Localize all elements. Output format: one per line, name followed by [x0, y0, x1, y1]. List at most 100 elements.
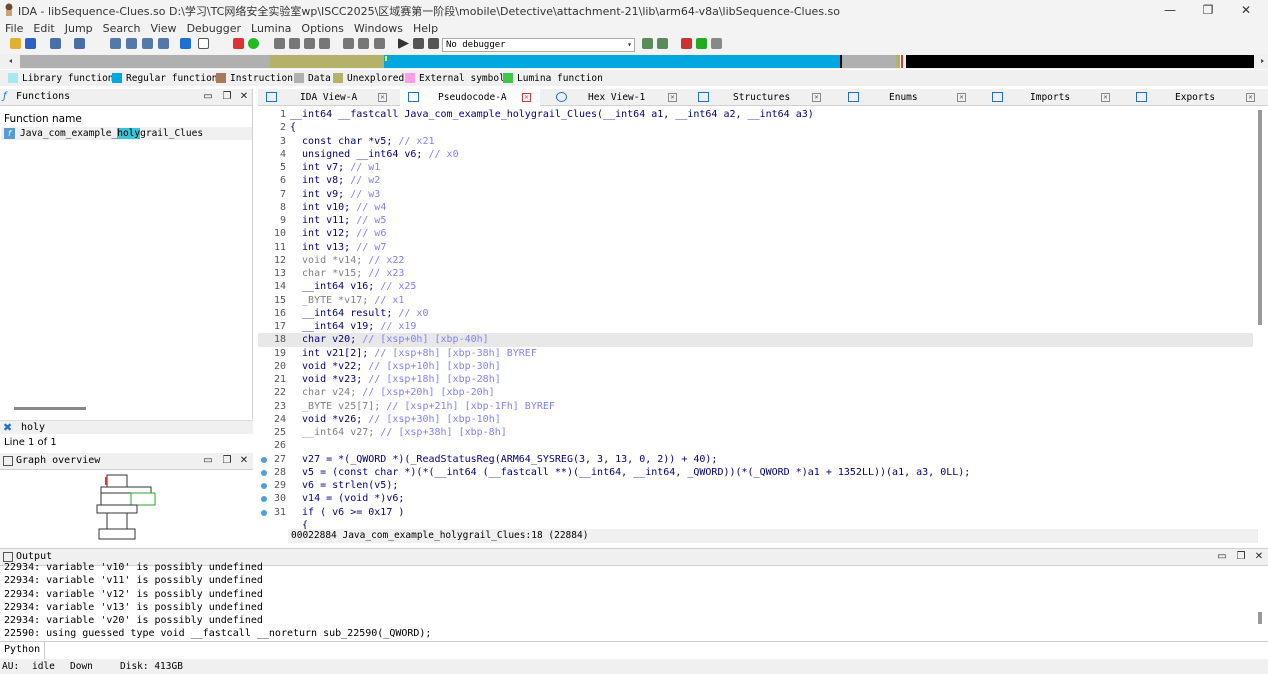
- tab-hex-view-1[interactable]: Hex View-1 ✕: [548, 89, 688, 106]
- settings-icon[interactable]: [711, 38, 722, 49]
- code-line[interactable]: 1 __int64 __fastcall Java_com_example_hol…: [258, 108, 1253, 121]
- panel-close-button[interactable]: ✕: [238, 90, 250, 104]
- code-line[interactable]: {: [258, 519, 1253, 529]
- tab-close-icon[interactable]: ✕: [957, 93, 966, 102]
- pseudocode-vscrollbar[interactable]: [1258, 110, 1262, 325]
- code-line[interactable]: 9 int v11; // w5: [258, 214, 1253, 227]
- tab-exports[interactable]: Exports ✕: [1128, 89, 1258, 106]
- output-vscrollbar[interactable]: [1258, 612, 1262, 624]
- menu-options[interactable]: Options: [296, 20, 348, 37]
- code-line[interactable]: 23 _BYTE v25[7]; // [xsp+21h] [xbp-1Fh] …: [258, 400, 1253, 413]
- code-line[interactable]: 31 if ( v6 >= 0x17 ): [258, 506, 1253, 519]
- code-line[interactable]: 28 v5 = (const char *)(*(__int64 (__fast…: [258, 466, 1253, 479]
- code-line[interactable]: 6 int v8; // w2: [258, 174, 1253, 187]
- code-line[interactable]: 18 char v20; // [xsp+0h] [xbp-40h]: [258, 333, 1253, 347]
- menu-file[interactable]: File: [0, 20, 28, 37]
- code-line[interactable]: 14 __int64 v16; // x25: [258, 280, 1253, 293]
- trace-icon[interactable]: [696, 38, 707, 49]
- stop-debug-icon[interactable]: [428, 38, 439, 49]
- code-line[interactable]: 19 int v21[2]; // [xsp+8h] [xbp-38h] BYR…: [258, 347, 1253, 360]
- copy-icon[interactable]: [110, 38, 121, 49]
- code-line[interactable]: 25 __int64 v27; // [xsp+38h] [xbp-8h]: [258, 426, 1253, 439]
- code-line[interactable]: 3 const char *v5; // x21: [258, 135, 1253, 148]
- maximize-button[interactable]: ❐: [1188, 0, 1228, 20]
- panel-float-button[interactable]: ❐: [221, 90, 233, 104]
- xref-icon[interactable]: [304, 38, 315, 49]
- cross-icon[interactable]: [374, 38, 385, 49]
- tab-imports[interactable]: Imports ✕: [984, 89, 1114, 106]
- panel-float-button[interactable]: ❐: [1235, 550, 1247, 564]
- tab-close-icon[interactable]: ✕: [1246, 93, 1255, 102]
- code-line[interactable]: 22 char v24; // [xsp+20h] [xbp-20h]: [258, 386, 1253, 399]
- back-icon[interactable]: [50, 38, 61, 49]
- code-line[interactable]: 7 int v9; // w3: [258, 188, 1253, 201]
- save-icon[interactable]: [25, 38, 36, 49]
- function-row[interactable]: f Java_com_example_holygrail_Clues: [1, 127, 252, 140]
- code-line[interactable]: 4 unsigned __int64 v6; // x0: [258, 148, 1253, 161]
- code-line[interactable]: 2{: [258, 121, 1253, 134]
- code-line[interactable]: 17 __int64 v19; // x19: [258, 320, 1253, 333]
- tab-close-icon[interactable]: ✕: [378, 93, 387, 102]
- text-search-icon[interactable]: [158, 38, 169, 49]
- menu-windows[interactable]: Windows: [349, 20, 408, 37]
- panel-close-button[interactable]: ✕: [1253, 550, 1265, 564]
- tab-pseudocode-a[interactable]: Pseudocode-A ✕: [400, 89, 540, 106]
- code-line[interactable]: 16 __int64 result; // x0: [258, 307, 1253, 320]
- stop-icon[interactable]: [233, 38, 244, 49]
- code-line[interactable]: 13 char *v15; // x23: [258, 267, 1253, 280]
- panel-minimize-button[interactable]: ▭: [202, 454, 214, 468]
- pause-icon[interactable]: [413, 38, 424, 49]
- panel-close-button[interactable]: ✕: [238, 454, 250, 468]
- attach-icon[interactable]: [642, 38, 653, 49]
- close-button[interactable]: ✕: [1226, 0, 1266, 20]
- code-line[interactable]: 20 void *v22; // [xsp+10h] [xbp-30h]: [258, 360, 1253, 373]
- tab-close-icon[interactable]: ✕: [812, 93, 821, 102]
- struct-icon[interactable]: [289, 38, 300, 49]
- code-line[interactable]: 27 v27 = *(_QWORD *)(_ReadStatusReg(ARM6…: [258, 453, 1253, 466]
- menu-search[interactable]: Search: [98, 20, 146, 37]
- tab-close-icon[interactable]: ✕: [668, 93, 677, 102]
- tab-enums[interactable]: Enums ✕: [840, 89, 974, 106]
- debugger-select[interactable]: No debugger ▾: [442, 38, 635, 52]
- filter-input[interactable]: holy: [21, 422, 45, 433]
- forward-icon[interactable]: [74, 38, 85, 49]
- tab-close-icon[interactable]: ✕: [522, 93, 531, 102]
- play-icon[interactable]: [398, 38, 409, 49]
- navigation-band[interactable]: [0, 54, 1268, 69]
- code-line[interactable]: 10 int v12; // w6: [258, 227, 1253, 240]
- code-line[interactable]: 15 _BYTE *v17; // x1: [258, 294, 1253, 307]
- down-arrow-icon[interactable]: [180, 38, 191, 49]
- menu-view[interactable]: View: [145, 20, 181, 37]
- code-line[interactable]: 24 void *v26; // [xsp+30h] [xbp-10h]: [258, 413, 1253, 426]
- minimize-button[interactable]: —: [1150, 0, 1190, 20]
- open-icon[interactable]: [10, 38, 21, 49]
- graph-overview-thumbnail[interactable]: [95, 473, 160, 543]
- pseudocode-view[interactable]: 1 __int64 __fastcall Java_com_example_hol…: [258, 107, 1258, 529]
- function-name-column-header[interactable]: Function name: [4, 113, 82, 125]
- panel-float-button[interactable]: ❐: [221, 454, 233, 468]
- breakpoint-icon[interactable]: [681, 38, 692, 49]
- function-list-hscrollbar[interactable]: [14, 407, 86, 410]
- text-icon[interactable]: [198, 38, 209, 49]
- panel-minimize-button[interactable]: ▭: [1216, 550, 1228, 564]
- code-line[interactable]: 29 v6 = strlen(v5);: [258, 479, 1253, 492]
- code-line[interactable]: 26: [258, 439, 1253, 452]
- binary-search-icon[interactable]: [142, 38, 153, 49]
- menu-edit[interactable]: Edit: [28, 20, 59, 37]
- tab-ida-view-a[interactable]: IDA View-A ✕: [258, 89, 396, 106]
- tab-close-icon[interactable]: ✕: [1101, 93, 1110, 102]
- detach-icon[interactable]: [657, 38, 668, 49]
- image-icon[interactable]: [358, 38, 369, 49]
- clear-filter-icon[interactable]: ✖: [3, 421, 12, 434]
- python-label[interactable]: Python: [4, 644, 40, 655]
- panel-minimize-button[interactable]: ▭: [202, 90, 214, 104]
- run-icon[interactable]: [248, 38, 259, 49]
- code-line[interactable]: 21 void *v23; // [xsp+18h] [xbp-28h]: [258, 373, 1253, 386]
- menu-debugger[interactable]: Debugger: [182, 20, 246, 37]
- tab-structures[interactable]: Structures ✕: [690, 89, 830, 106]
- menu-jump[interactable]: Jump: [60, 20, 98, 37]
- menu-help[interactable]: Help: [408, 20, 443, 37]
- arrow-icon[interactable]: [319, 38, 330, 49]
- patch-icon[interactable]: [343, 38, 354, 49]
- code-line[interactable]: 8 int v10; // w4: [258, 201, 1253, 214]
